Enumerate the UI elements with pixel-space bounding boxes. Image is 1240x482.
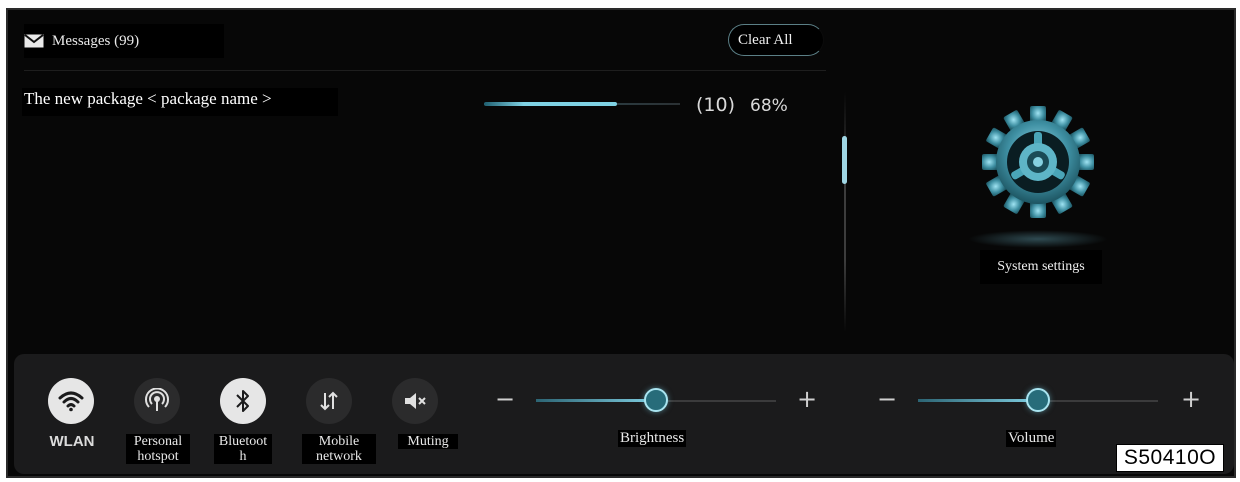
gear-icon: [982, 106, 1094, 218]
volume-fill: [918, 399, 1038, 402]
volume-decrease-button[interactable]: −: [874, 384, 900, 414]
clear-all-button[interactable]: Clear All: [728, 24, 824, 56]
download-percent: 68%: [750, 96, 788, 116]
wlan-toggle[interactable]: [48, 378, 94, 424]
messages-title: Messages (99): [52, 32, 140, 49]
wlan-label: WLAN: [49, 433, 95, 450]
mute-label: Muting: [398, 434, 458, 449]
mobile-data-icon: [320, 391, 338, 411]
brightness-slider-knob[interactable]: [644, 388, 668, 412]
mobile-network-toggle[interactable]: [306, 378, 352, 424]
notification-panel: Messages (99) Clear All The new package …: [6, 8, 1236, 478]
hotspot-toggle[interactable]: [134, 378, 180, 424]
mail-icon: [24, 34, 44, 48]
download-progress-fill: [484, 102, 617, 106]
hotspot-icon: [145, 388, 169, 411]
scrollbar-thumb[interactable]: [842, 136, 847, 184]
scrollbar-track[interactable]: [844, 92, 846, 332]
bluetooth-icon: [236, 390, 249, 412]
wifi-icon: [58, 391, 84, 412]
mute-toggle[interactable]: [392, 378, 438, 424]
header-divider: [24, 70, 826, 71]
volume-slider-knob[interactable]: [1026, 388, 1050, 412]
hotspot-label: Personal hotspot: [126, 434, 190, 464]
brightness-decrease-button[interactable]: −: [492, 384, 518, 414]
system-settings-tile[interactable]: System settings: [968, 102, 1108, 286]
volume-increase-button[interactable]: +: [1178, 384, 1204, 414]
bluetooth-toggle[interactable]: [220, 378, 266, 424]
brightness-increase-button[interactable]: +: [794, 384, 820, 414]
download-count: (10): [696, 94, 736, 116]
system-settings-label: System settings: [980, 250, 1102, 284]
mute-icon: [405, 393, 426, 409]
brightness-label: Brightness: [618, 430, 687, 447]
gear-glow: [968, 230, 1108, 248]
messages-header: Messages (99): [24, 24, 224, 58]
notification-text[interactable]: The new package < package name >: [22, 88, 338, 116]
bluetooth-label: Bluetoot h: [214, 434, 272, 464]
mobile-network-label: Mobile network: [302, 434, 376, 464]
volume-label: Volume: [1006, 430, 1057, 447]
quick-settings-bar: WLAN Personal hotspot Bluetoot h Mobile …: [14, 354, 1234, 474]
brightness-fill: [536, 399, 656, 402]
image-code-label: S50410O: [1116, 444, 1224, 472]
